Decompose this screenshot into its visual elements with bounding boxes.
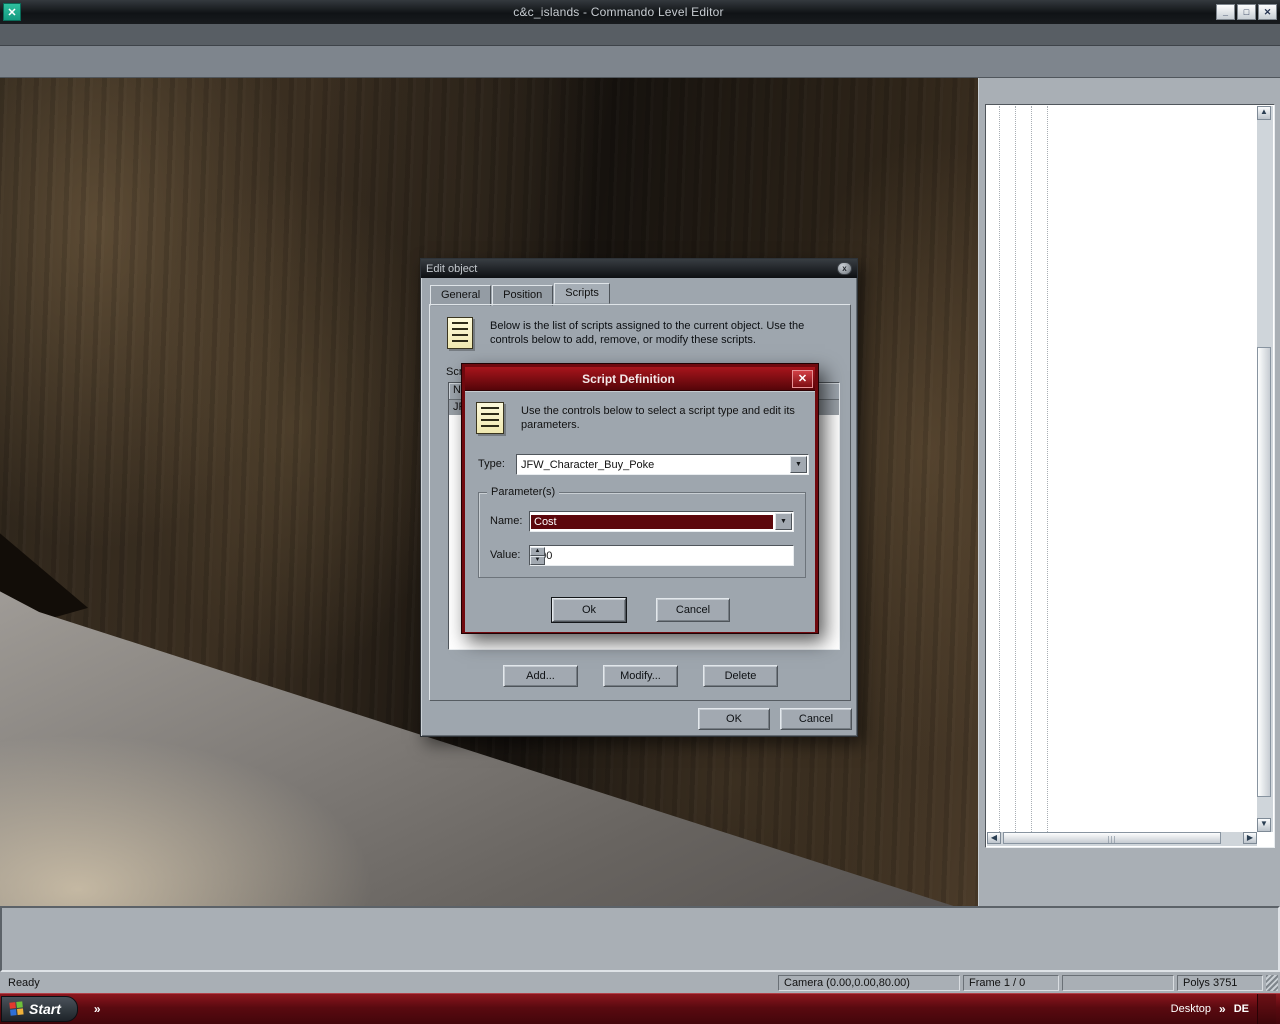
script-scroll-icon: [447, 317, 473, 349]
status-ready: Ready: [2, 975, 775, 991]
status-empty: [1062, 975, 1174, 991]
add-script-button[interactable]: Add...: [503, 665, 578, 687]
start-button[interactable]: Start: [1, 996, 78, 1022]
param-name-combo[interactable]: Cost ▼: [529, 511, 794, 532]
script-definition-ok-button[interactable]: Ok: [552, 598, 626, 622]
type-value: JFW_Character_Buy_Poke: [517, 459, 789, 471]
script-definition-close-icon[interactable]: ✕: [792, 370, 813, 388]
status-polys: Polys 3751: [1177, 975, 1263, 991]
windows-logo-icon: [9, 1001, 24, 1016]
desktop-overflow-icon[interactable]: »: [1219, 1002, 1226, 1016]
workspace: ▲ ▼ ◀ ||| ▶ Edit object x General Posit: [0, 78, 1280, 906]
type-combo[interactable]: JFW_Character_Buy_Poke ▼: [516, 454, 809, 475]
spin-down-icon[interactable]: ▼: [530, 556, 545, 565]
delete-script-button[interactable]: Delete: [703, 665, 778, 687]
scroll-right-icon[interactable]: ▶: [1243, 832, 1257, 844]
tab-position[interactable]: Position: [492, 285, 553, 306]
script-definition-dialog: Script Definition ✕ Use the controls bel…: [461, 363, 819, 634]
script-definition-description: Use the controls below to select a scrip…: [521, 404, 805, 432]
type-label: Type:: [478, 458, 505, 470]
taskbar: Start » Desktop » DE: [0, 993, 1280, 1024]
horizontal-scrollbar[interactable]: ◀ ||| ▶: [987, 832, 1257, 846]
status-camera: Camera (0.00,0.00,80.00): [778, 975, 960, 991]
resize-grip-icon[interactable]: [1266, 975, 1278, 991]
parameters-groupbox: Parameter(s) Name: Cost ▼ Value: 100 ▲ ▼: [478, 492, 806, 578]
status-bar: Ready Camera (0.00,0.00,80.00) Frame 1 /…: [0, 972, 1280, 993]
tab-general[interactable]: General: [430, 285, 491, 306]
edit-object-cancel-button[interactable]: Cancel: [780, 708, 852, 730]
scroll-up-icon[interactable]: ▲: [1257, 106, 1271, 120]
modify-script-button[interactable]: Modify...: [603, 665, 678, 687]
minimize-button[interactable]: _: [1216, 4, 1235, 20]
toolbar: [0, 46, 1280, 78]
maximize-button[interactable]: □: [1237, 4, 1256, 20]
preset-panel: ▲ ▼ ◀ ||| ▶: [978, 78, 1280, 906]
system-tray: [1257, 994, 1276, 1024]
preset-tree: [987, 106, 1257, 832]
edit-object-title: Edit object: [426, 263, 837, 275]
horizontal-scroll-thumb[interactable]: |||: [1003, 832, 1221, 844]
desktop-toolbar-label[interactable]: Desktop: [1171, 1003, 1211, 1015]
tree-guide-line: [999, 106, 1000, 832]
tab-scripts[interactable]: Scripts: [554, 283, 610, 304]
thumb-grip: |||: [1107, 835, 1116, 844]
title-bar: ✕ c&c_islands - Commando Level Editor _ …: [0, 0, 1280, 24]
preset-tree-frame: ▲ ▼ ◀ ||| ▶: [985, 104, 1275, 848]
param-value-input[interactable]: 100 ▲ ▼: [529, 545, 794, 566]
language-indicator[interactable]: DE: [1234, 1003, 1249, 1015]
chevron-down-icon[interactable]: ▼: [775, 513, 792, 530]
scripts-description: Below is the list of scripts assigned to…: [490, 319, 842, 347]
app-tools-icon: ✕: [3, 3, 21, 21]
edit-object-close-icon[interactable]: x: [837, 262, 852, 275]
log-panel: [0, 906, 1280, 972]
spin-up-icon[interactable]: ▲: [530, 547, 545, 556]
menu-bar: [0, 24, 1280, 46]
script-definition-titlebar[interactable]: Script Definition ✕: [465, 367, 815, 391]
tree-guide-line: [1047, 106, 1048, 832]
param-value-text: 100: [530, 550, 793, 562]
scroll-left-icon[interactable]: ◀: [987, 832, 1001, 844]
tree-guide-line: [1015, 106, 1016, 832]
param-name-value: Cost: [531, 515, 773, 529]
name-label: Name:: [490, 515, 522, 527]
tree-guide-line: [1031, 106, 1032, 832]
script-scroll-icon: [476, 402, 504, 434]
window-title: c&c_islands - Commando Level Editor: [21, 5, 1216, 19]
quick-launch-overflow-icon[interactable]: »: [94, 1002, 101, 1016]
vertical-scroll-thumb[interactable]: [1257, 347, 1271, 797]
edit-object-titlebar[interactable]: Edit object x: [421, 259, 857, 278]
chevron-down-icon[interactable]: ▼: [790, 456, 807, 473]
application-window: ✕ c&c_islands - Commando Level Editor _ …: [0, 0, 1280, 1024]
close-button[interactable]: ✕: [1258, 4, 1277, 20]
script-definition-title: Script Definition: [465, 372, 792, 386]
start-label: Start: [29, 1001, 61, 1017]
status-frame: Frame 1 / 0: [963, 975, 1059, 991]
scroll-down-icon[interactable]: ▼: [1257, 818, 1271, 832]
script-definition-cancel-button[interactable]: Cancel: [656, 598, 730, 622]
vertical-scrollbar[interactable]: ▲ ▼: [1257, 106, 1273, 832]
edit-object-ok-button[interactable]: OK: [698, 708, 770, 730]
value-label: Value:: [490, 549, 520, 561]
parameters-legend: Parameter(s): [487, 486, 559, 498]
preset-actions: [983, 852, 1277, 902]
value-spinner[interactable]: ▲ ▼: [530, 547, 545, 565]
